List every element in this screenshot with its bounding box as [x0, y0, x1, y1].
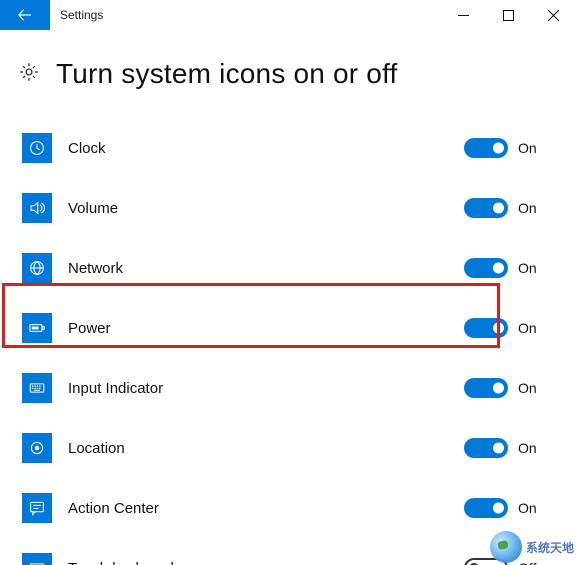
close-button[interactable] [531, 0, 576, 30]
window-title: Settings [50, 0, 103, 30]
setting-row-input-indicator: Input Indicator On [0, 358, 576, 418]
toggle-clock[interactable] [464, 138, 508, 158]
volume-icon [22, 193, 52, 223]
power-icon [22, 313, 52, 343]
close-icon [548, 10, 559, 21]
toggle-wrap: On [464, 378, 552, 398]
maximize-button[interactable] [486, 0, 531, 30]
toggle-power[interactable] [464, 318, 508, 338]
setting-row-action-center: Action Center On [0, 478, 576, 538]
setting-label: Input Indicator [68, 380, 448, 397]
toggle-state-text: On [518, 200, 537, 216]
watermark-text: 系统天地 [526, 539, 574, 556]
setting-label: Location [68, 440, 448, 457]
keyboard-icon [22, 553, 52, 565]
setting-label: Volume [68, 200, 448, 217]
toggle-wrap: On [464, 138, 552, 158]
setting-row-power: Power On [0, 298, 576, 358]
toggle-wrap: On [464, 198, 552, 218]
toggle-wrap: On [464, 318, 552, 338]
setting-label: Power [68, 320, 448, 337]
toggle-volume[interactable] [464, 198, 508, 218]
toggle-wrap: On [464, 438, 552, 458]
location-icon [22, 433, 52, 463]
minimize-icon [458, 10, 469, 21]
toggle-state-text: On [518, 260, 537, 276]
setting-label: Touch keyboard [68, 560, 448, 565]
maximize-icon [503, 10, 514, 21]
toggle-state-text: On [518, 320, 537, 336]
toggle-network[interactable] [464, 258, 508, 278]
setting-row-volume: Volume On [0, 178, 576, 238]
toggle-action-center[interactable] [464, 498, 508, 518]
page-header: Turn system icons on or off [0, 30, 576, 112]
toggle-state-text: On [518, 380, 537, 396]
arrow-left-icon [16, 6, 34, 24]
network-icon [22, 253, 52, 283]
toggle-location[interactable] [464, 438, 508, 458]
toggle-state-text: On [518, 500, 537, 516]
back-button[interactable] [0, 0, 50, 30]
toggle-wrap: On [464, 258, 552, 278]
setting-row-location: Location On [0, 418, 576, 478]
titlebar: Settings [0, 0, 576, 30]
setting-label: Action Center [68, 500, 448, 517]
keyboard-icon [22, 373, 52, 403]
toggle-wrap: On [464, 498, 552, 518]
toggle-state-text: On [518, 440, 537, 456]
minimize-button[interactable] [441, 0, 486, 30]
gear-icon [18, 61, 40, 88]
toggle-state-text: On [518, 140, 537, 156]
action-center-icon [22, 493, 52, 523]
clock-icon [22, 133, 52, 163]
page-title: Turn system icons on or off [56, 58, 398, 90]
setting-label: Clock [68, 140, 448, 157]
setting-label: Network [68, 260, 448, 277]
titlebar-spacer [103, 0, 441, 30]
setting-row-clock: Clock On [0, 118, 576, 178]
system-icons-list: Clock On Volume On Network On Power On I… [0, 112, 576, 565]
globe-icon [490, 531, 522, 563]
toggle-input-indicator[interactable] [464, 378, 508, 398]
watermark: 系统天地 [490, 531, 574, 563]
setting-row-network: Network On [0, 238, 576, 298]
